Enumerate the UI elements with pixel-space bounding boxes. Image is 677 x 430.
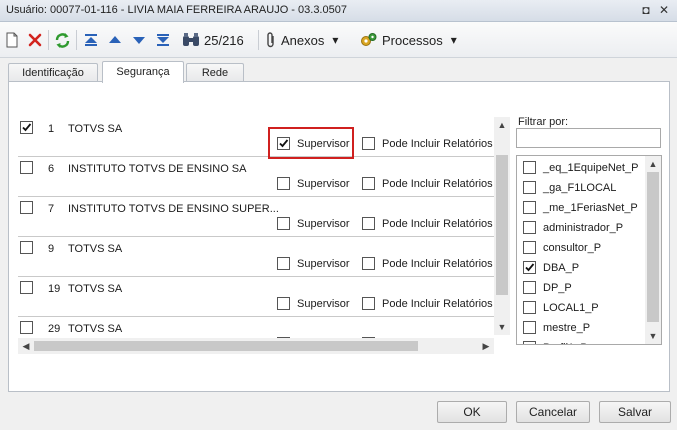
filter-list-item[interactable]: _ga_F1LOCAL [523,180,647,198]
filter-item-label: DP_P [543,282,572,294]
company-name: INSTITUTO TOTVS DE ENSINO SUPER... [68,203,279,215]
filter-list-item[interactable]: LOCAL1_P [523,300,647,318]
filter-list-item[interactable]: consultor_P [523,240,647,258]
filter-item-checkbox[interactable] [523,161,536,174]
scroll-left-icon[interactable]: ◀ [18,338,34,354]
company-name: TOTVS SA [68,123,123,135]
company-row[interactable]: 7 INSTITUTO TOTVS DE ENSINO SUPER... Super… [18,197,494,237]
company-name: TOTVS SA [68,323,123,335]
filter-list-item[interactable]: administrador_P [523,220,647,238]
reports-label: Pode Incluir Relatórios [382,218,493,230]
company-code: 9 [48,243,55,255]
filter-input[interactable] [516,128,661,148]
filter-item-label: _me_1FeriasNet_P [543,202,638,214]
filter-item-checkbox[interactable] [523,321,536,334]
supervisor-label: Supervisor [297,258,350,270]
company-select-checkbox[interactable] [20,241,33,254]
scroll-up-icon[interactable]: ▲ [494,117,510,133]
company-select-checkbox[interactable] [20,121,33,134]
reports-checkbox[interactable] [362,217,375,230]
filter-item-label: DBA_P [543,262,580,274]
filter-item-checkbox[interactable] [523,201,536,214]
filter-item-checkbox[interactable] [523,261,536,274]
reports-label: Pode Incluir Relatórios [382,178,493,190]
ok-button[interactable]: OK [437,401,507,423]
company-row[interactable]: 19 TOTVS SA Supervisor Pode Incluir Relatór… [18,277,494,317]
filter-list-item[interactable]: _eq_1EquipeNet_P [523,160,647,178]
company-row[interactable]: 1 TOTVS SA Supervisor Pode Incluir Relatóri… [18,117,494,159]
filter-item-label: mestre_P [543,322,591,334]
company-name: TOTVS SA [68,243,123,255]
company-list-vscroll[interactable]: ▲ ▼ [494,117,510,335]
reports-checkbox[interactable] [362,297,375,310]
filter-item-checkbox[interactable] [523,181,536,194]
filter-list-vscroll[interactable]: ▲ ▼ [645,156,661,344]
tab-seguranca[interactable]: Segurança [102,61,184,83]
filter-list-item[interactable]: DP_P [523,280,647,298]
company-code: 7 [48,203,55,215]
filter-item-checkbox[interactable] [523,281,536,294]
profile-filter-list: ▲ ▼ _eq_1EquipeNet_P _ga_F1LOCAL _me_1Feri… [516,155,662,345]
scroll-thumb[interactable] [34,341,418,351]
highlight-box [268,127,354,159]
company-name: TOTVS SA [68,283,123,295]
filter-item-label: LOCAL1_P [543,302,599,314]
company-code: 29 [48,323,61,335]
supervisor-label: Supervisor [297,298,350,310]
filter-item-label: _eq_1EquipeNet_P [543,162,639,174]
supervisor-checkbox[interactable] [277,177,290,190]
company-select-checkbox[interactable] [20,281,33,294]
filter-item-checkbox[interactable] [523,301,536,314]
company-select-checkbox[interactable] [20,161,33,174]
filter-list-item[interactable]: Perfil1_P [523,340,647,344]
company-code: 1 [48,123,55,135]
filter-item-checkbox[interactable] [523,221,536,234]
reports-checkbox[interactable] [362,177,375,190]
filter-list-item[interactable]: DBA_P [523,260,647,278]
company-name: INSTITUTO TOTVS DE ENSINO SA [68,163,247,175]
company-row[interactable]: 29TOTVS SASupervisorPode Incluir Relatór… [18,317,494,338]
filter-list-item[interactable]: _me_1FeriasNet_P [523,200,647,218]
cancel-button[interactable]: Cancelar [516,401,590,423]
reports-checkbox[interactable] [362,137,375,150]
reports-checkbox[interactable] [362,257,375,270]
company-row[interactable]: 9 TOTVS SA Supervisor Pode Incluir Relatóri… [18,237,494,277]
filter-item-checkbox[interactable] [523,341,536,344]
company-code: 19 [48,283,61,295]
supervisor-checkbox[interactable] [277,297,290,310]
filter-list-item[interactable]: mestre_P [523,320,647,338]
reports-label: Pode Incluir Relatórios [382,298,493,310]
supervisor-label: Supervisor [297,218,350,230]
filter-item-label: consultor_P [543,242,602,254]
filter-item-label: _ga_F1LOCAL [543,182,617,194]
scroll-thumb[interactable] [647,172,659,322]
save-button[interactable]: Salvar [599,401,671,423]
company-select-checkbox[interactable] [20,321,33,334]
scroll-up-icon[interactable]: ▲ [645,156,661,172]
filter-item-checkbox[interactable] [523,241,536,254]
scroll-down-icon[interactable]: ▼ [494,319,510,335]
scroll-right-icon[interactable]: ▶ [478,338,494,354]
reports-label: Pode Incluir Relatórios [382,138,493,150]
company-code: 6 [48,163,55,175]
filter-item-label: administrador_P [543,222,624,234]
company-select-checkbox[interactable] [20,201,33,214]
supervisor-checkbox[interactable] [277,257,290,270]
reports-label: Pode Incluir Relatórios [382,258,493,270]
filter-label: Filtrar por: [518,116,569,128]
supervisor-label: Supervisor [297,178,350,190]
scroll-down-icon[interactable]: ▼ [645,328,661,344]
supervisor-checkbox[interactable] [277,217,290,230]
company-row[interactable]: 6 INSTITUTO TOTVS DE ENSINO SA Supervisor P… [18,157,494,197]
company-list-hscroll[interactable]: ◀ ▶ [18,338,494,354]
filter-item-label: Perfil1_P [543,342,588,344]
scroll-thumb[interactable] [496,155,508,295]
